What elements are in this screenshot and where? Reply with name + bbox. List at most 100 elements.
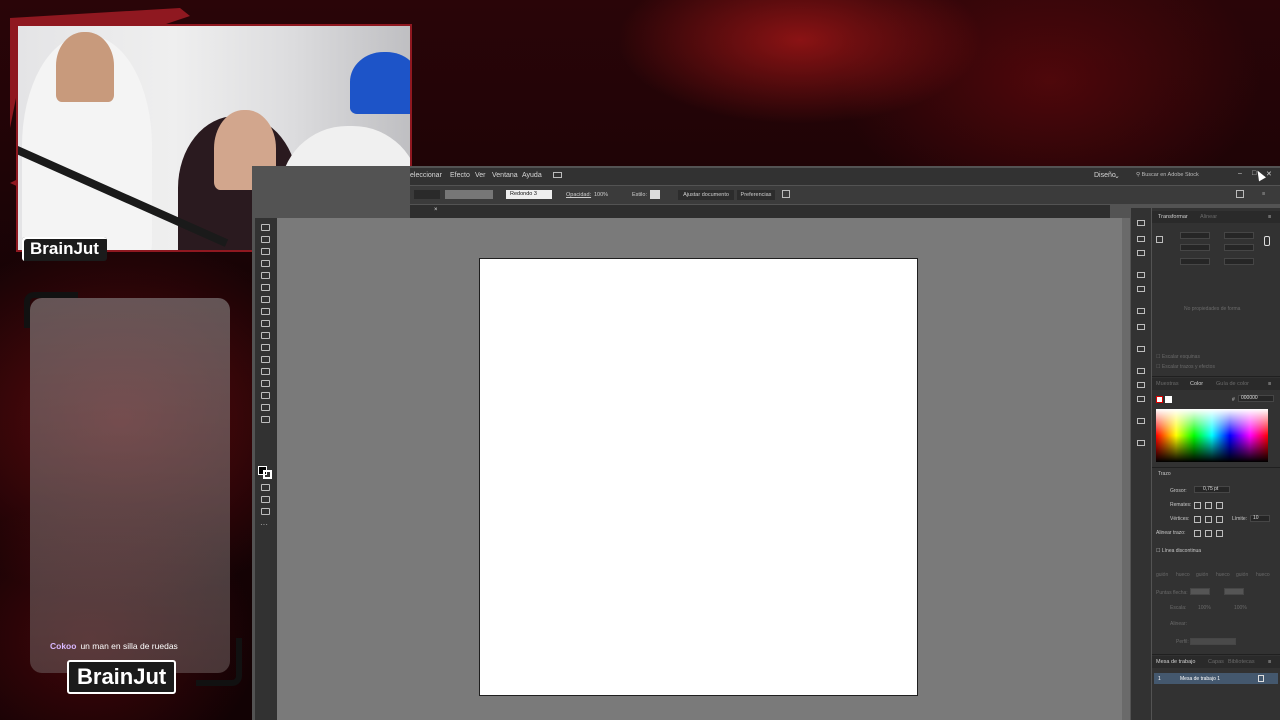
symbols-icon[interactable] xyxy=(1137,286,1145,292)
gradient-icon[interactable] xyxy=(1137,418,1145,424)
stroke-panel-title[interactable]: Trazo xyxy=(1158,471,1171,477)
style-swatch[interactable] xyxy=(650,190,660,199)
tab-close-icon[interactable]: × xyxy=(434,207,438,213)
stroke-dropdown[interactable] xyxy=(414,190,440,199)
hand-tool-icon[interactable] xyxy=(261,380,270,387)
pen-tool-icon[interactable] xyxy=(261,224,270,231)
panel-menu-icon[interactable]: ≡ xyxy=(1262,191,1265,197)
zoom-tool-icon[interactable] xyxy=(261,392,270,399)
export-icon[interactable] xyxy=(1137,308,1145,314)
rectangle-tool-icon[interactable] xyxy=(261,248,270,255)
eyedropper-tool-icon[interactable] xyxy=(261,332,270,339)
screen-mode-icon[interactable] xyxy=(261,508,270,515)
shape-builder-tool-icon[interactable] xyxy=(261,308,270,315)
layers-icon[interactable] xyxy=(1137,396,1145,402)
swap-colors-icon[interactable] xyxy=(261,416,270,423)
menu-ver[interactable]: Ver xyxy=(475,172,486,179)
minimize-icon[interactable]: – xyxy=(1238,170,1242,177)
menu-ventana[interactable]: Ventana xyxy=(492,172,518,179)
color-spectrum[interactable] xyxy=(1156,409,1268,462)
stroke-weight-field[interactable]: 0,75 pt xyxy=(1194,486,1230,493)
shear-field[interactable] xyxy=(1224,258,1254,265)
artboard-list-item[interactable]: 1 Mesa de trabajo 1 xyxy=(1154,673,1278,684)
workspace-switcher[interactable]: Diseño xyxy=(1094,172,1116,179)
limit-field[interactable]: 10 xyxy=(1250,515,1270,522)
reference-point-icon[interactable] xyxy=(1156,236,1163,243)
menu-efecto[interactable]: Efecto xyxy=(450,172,470,179)
close-icon[interactable]: ✕ xyxy=(1266,170,1272,178)
artboard[interactable] xyxy=(479,258,918,696)
color-mode-icon[interactable] xyxy=(261,484,270,491)
opacity-value[interactable]: 100% xyxy=(594,192,608,198)
curvature-tool-icon[interactable] xyxy=(261,236,270,243)
brushes-icon[interactable] xyxy=(1137,272,1145,278)
graphic-styles-icon[interactable] xyxy=(1137,382,1145,388)
arrowhead-end-dropdown[interactable] xyxy=(1224,588,1244,595)
rotate-field[interactable] xyxy=(1180,258,1210,265)
arrange-icon[interactable] xyxy=(782,190,790,198)
arrow-scale-start[interactable]: 100% xyxy=(1198,605,1211,611)
tab-bibliotecas[interactable]: Bibliotecas xyxy=(1228,656,1255,668)
tab-capas[interactable]: Capas xyxy=(1208,656,1224,668)
butt-cap-icon[interactable] xyxy=(1194,502,1201,509)
x-field[interactable] xyxy=(1180,232,1210,239)
asset-export-icon[interactable] xyxy=(1137,346,1145,352)
appearance-icon[interactable] xyxy=(1137,368,1145,374)
color-guide-icon[interactable] xyxy=(1137,440,1145,446)
width-field[interactable] xyxy=(1224,232,1254,239)
align-center-icon[interactable] xyxy=(1194,530,1201,537)
bevel-join-icon[interactable] xyxy=(1216,516,1223,523)
scale-strokes-checkbox[interactable]: ☐ Escalar trazos y efectos xyxy=(1156,364,1215,370)
profile-dropdown[interactable] xyxy=(1190,638,1236,645)
type-tool-icon[interactable] xyxy=(261,272,270,279)
paintbrush-tool-icon[interactable] xyxy=(261,260,270,267)
gradient-tool-icon[interactable] xyxy=(261,320,270,327)
tab-transformar[interactable]: Transformar xyxy=(1158,211,1188,223)
scale-corners-checkbox[interactable]: ☐ Escalar esquinas xyxy=(1156,354,1200,360)
align-document-button[interactable]: Ajustar documento xyxy=(678,190,734,200)
magic-wand-tool-icon[interactable] xyxy=(261,404,270,411)
eraser-tool-icon[interactable] xyxy=(261,296,270,303)
dashed-line-checkbox[interactable]: ☐ Línea discontinua xyxy=(1156,548,1201,554)
menu-seleccionar[interactable]: eleccionar xyxy=(410,172,442,179)
arrowhead-start-dropdown[interactable] xyxy=(1190,588,1210,595)
round-cap-icon[interactable] xyxy=(1205,502,1212,509)
height-field[interactable] xyxy=(1224,244,1254,251)
tab-guia-de-color[interactable]: Guía de color xyxy=(1216,378,1249,390)
tab-muestras[interactable]: Muestras xyxy=(1156,378,1179,390)
preferences-button[interactable]: Preferencias xyxy=(737,190,775,200)
align-inside-icon[interactable] xyxy=(1205,530,1212,537)
fill-stroke-none-icon[interactable] xyxy=(1156,396,1163,403)
workspace-layout-icon[interactable] xyxy=(553,172,562,178)
artboard-tool-icon[interactable] xyxy=(261,368,270,375)
blend-tool-icon[interactable] xyxy=(261,344,270,351)
chevron-down-icon[interactable]: ⌄ xyxy=(1114,172,1120,180)
stock-search[interactable]: ⚲ Buscar en Adobe Stock xyxy=(1136,172,1228,182)
variable-width-field[interactable] xyxy=(445,190,493,199)
arrow-scale-end[interactable]: 100% xyxy=(1234,605,1247,611)
paragraph-icon[interactable] xyxy=(1137,236,1145,242)
align-left-icon[interactable] xyxy=(1236,190,1244,198)
projecting-cap-icon[interactable] xyxy=(1216,502,1223,509)
tab-color[interactable]: Color xyxy=(1190,378,1203,390)
more-tools-icon[interactable]: ··· xyxy=(260,520,268,529)
artboard-options-icon[interactable] xyxy=(1258,675,1264,682)
rotate-tool-icon[interactable] xyxy=(261,284,270,291)
links-icon[interactable] xyxy=(1137,324,1145,330)
hex-field[interactable]: 000000 xyxy=(1238,395,1274,402)
constrain-proportions-icon[interactable] xyxy=(1264,236,1270,246)
stroke-swatch[interactable] xyxy=(263,470,272,479)
panel-menu-icon[interactable]: ≡ xyxy=(1268,211,1271,223)
vertical-scrollbar[interactable] xyxy=(1122,218,1130,720)
round-join-icon[interactable] xyxy=(1205,516,1212,523)
opentype-icon[interactable] xyxy=(1137,250,1145,256)
panel-menu-icon[interactable]: ≡ xyxy=(1268,656,1271,668)
tab-alinear[interactable]: Alinear xyxy=(1200,211,1217,223)
white-swatch[interactable] xyxy=(1165,396,1172,403)
tab-mesa-de-trabajo[interactable]: Mesa de trabajo xyxy=(1156,656,1195,668)
draw-mode-icon[interactable] xyxy=(261,496,270,503)
align-outside-icon[interactable] xyxy=(1216,530,1223,537)
symbol-sprayer-tool-icon[interactable] xyxy=(261,356,270,363)
y-field[interactable] xyxy=(1180,244,1210,251)
panel-menu-icon[interactable]: ≡ xyxy=(1268,378,1271,390)
